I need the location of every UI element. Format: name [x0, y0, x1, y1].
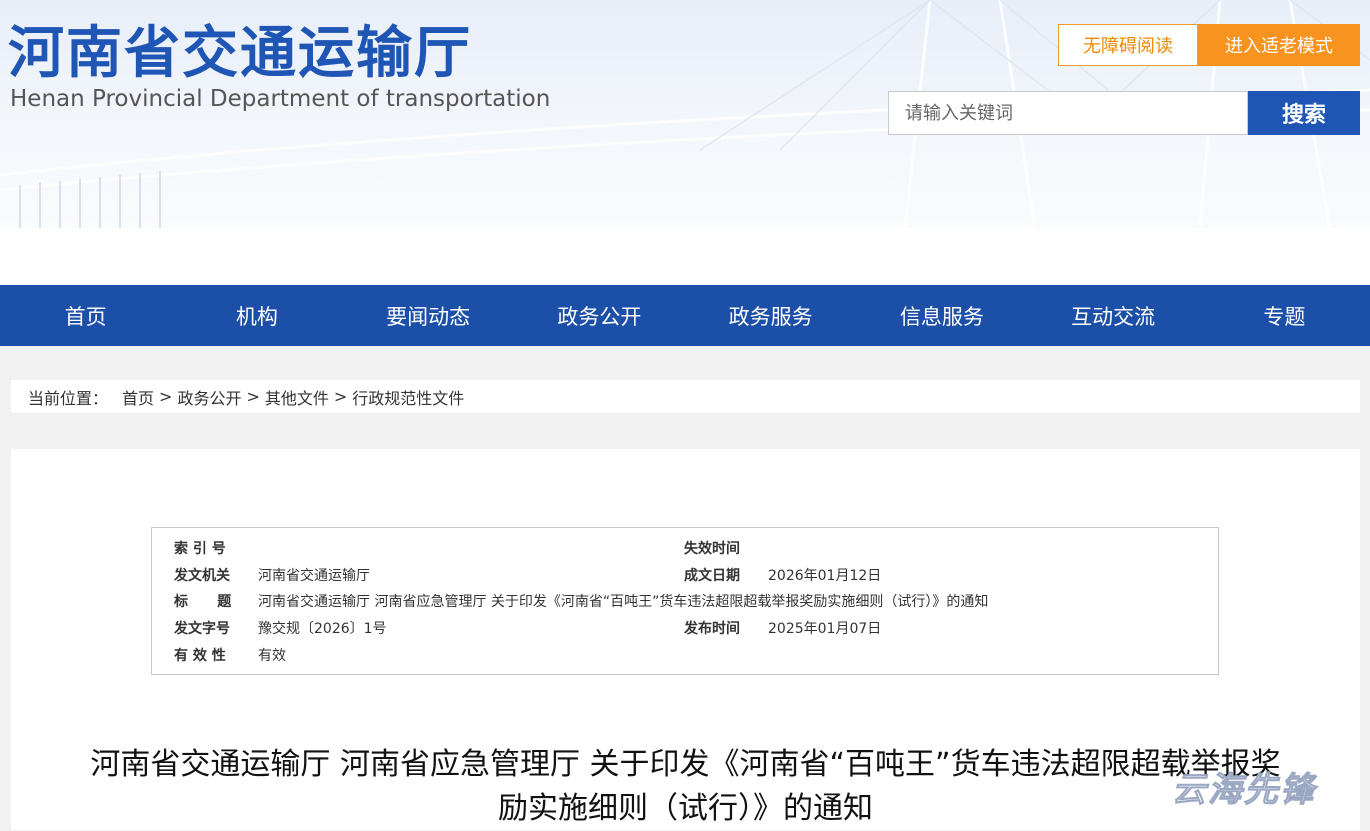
- meta-expire-label: 失效时间: [684, 541, 740, 557]
- meta-docno-value: 豫交规〔2026〕1号: [258, 621, 387, 637]
- site-subtitle: Henan Provincial Department of transport…: [10, 86, 551, 112]
- meta-row-validity: 有 效 性 有效: [152, 645, 1218, 665]
- breadcrumb-separator: >: [246, 387, 260, 406]
- meta-validity-value: 有效: [258, 648, 286, 664]
- meta-date-label: 成文日期: [684, 568, 740, 584]
- document-title-line2: 励实施细则（试行）》的通知: [498, 791, 873, 826]
- meta-issuer-value: 河南省交通运输厅: [258, 568, 370, 584]
- meta-title-value: 河南省交通运输厅 河南省应急管理厅 关于印发《河南省“百吨王”货车违法超限超载举…: [258, 594, 989, 610]
- article-content: 索 引 号 失效时间 发文机关 河南省交通运输厅 成文日期 2026年01月12…: [11, 449, 1360, 830]
- nav-item-topics[interactable]: 专题: [1199, 285, 1370, 346]
- nav-item-home[interactable]: 首页: [0, 285, 171, 346]
- elder-mode-button[interactable]: 进入适老模式: [1198, 24, 1360, 66]
- meta-title-label: 标 题: [174, 594, 232, 610]
- breadcrumb-separator: >: [333, 387, 348, 406]
- breadcrumb-government-affairs[interactable]: 政务公开: [177, 385, 241, 409]
- nav-item-information-services[interactable]: 信息服务: [856, 285, 1027, 346]
- main-nav: 首页 机构 要闻动态 政务公开 政务服务 信息服务 互动交流 专题: [0, 285, 1370, 346]
- nav-item-news[interactable]: 要闻动态: [343, 285, 514, 346]
- meta-row-issuer: 发文机关 河南省交通运输厅 成文日期 2026年01月12日: [152, 565, 1218, 585]
- document-title-line1: 河南省交通运输厅 河南省应急管理厅 关于印发《河南省“百吨王”货车违法超限超载举…: [90, 747, 1281, 782]
- meta-validity-label: 有 效 性: [174, 648, 226, 664]
- document-title: 河南省交通运输厅 河南省应急管理厅 关于印发《河南省“百吨王”货车违法超限超载举…: [11, 743, 1360, 831]
- header-spacer: [0, 228, 1370, 285]
- meta-row-title: 标 题 河南省交通运输厅 河南省应急管理厅 关于印发《河南省“百吨王”货车违法超…: [152, 591, 1218, 611]
- accessible-reading-button[interactable]: 无障碍阅读: [1058, 24, 1198, 66]
- meta-publish-label: 发布时间: [684, 621, 740, 637]
- breadcrumb-separator: >: [159, 387, 173, 406]
- search-button[interactable]: 搜索: [1248, 91, 1360, 135]
- breadcrumb-home[interactable]: 首页: [122, 385, 154, 409]
- meta-row-index: 索 引 号 失效时间: [152, 538, 1218, 558]
- meta-index-label: 索 引 号: [174, 541, 226, 557]
- document-metadata-table: 索 引 号 失效时间 发文机关 河南省交通运输厅 成文日期 2026年01月12…: [151, 527, 1219, 675]
- meta-docno-label: 发文字号: [174, 621, 230, 637]
- breadcrumb: 当前位置： 首页 > 政务公开 > 其他文件 > 行政规范性文件: [11, 380, 1360, 413]
- watermark-text: 云海先锋: [1172, 770, 1316, 811]
- nav-item-government-affairs[interactable]: 政务公开: [514, 285, 685, 346]
- nav-item-interaction[interactable]: 互动交流: [1028, 285, 1199, 346]
- meta-row-docno: 发文字号 豫交规〔2026〕1号 发布时间 2025年01月07日: [152, 618, 1218, 638]
- meta-issuer-label: 发文机关: [174, 568, 230, 584]
- nav-item-government-services[interactable]: 政务服务: [685, 285, 856, 346]
- breadcrumb-normative-documents[interactable]: 行政规范性文件: [352, 385, 464, 409]
- meta-date-value: 2026年01月12日: [768, 568, 882, 584]
- nav-item-organization[interactable]: 机构: [171, 285, 342, 346]
- site-header: 河南省交通运输厅 Henan Provincial Department of …: [0, 0, 1370, 228]
- breadcrumb-prefix: 当前位置：: [28, 388, 109, 408]
- site-title: 河南省交通运输厅: [8, 21, 472, 86]
- meta-publish-value: 2025年01月07日: [768, 621, 882, 637]
- breadcrumb-other-documents[interactable]: 其他文件: [265, 385, 329, 409]
- search-input[interactable]: [888, 91, 1248, 135]
